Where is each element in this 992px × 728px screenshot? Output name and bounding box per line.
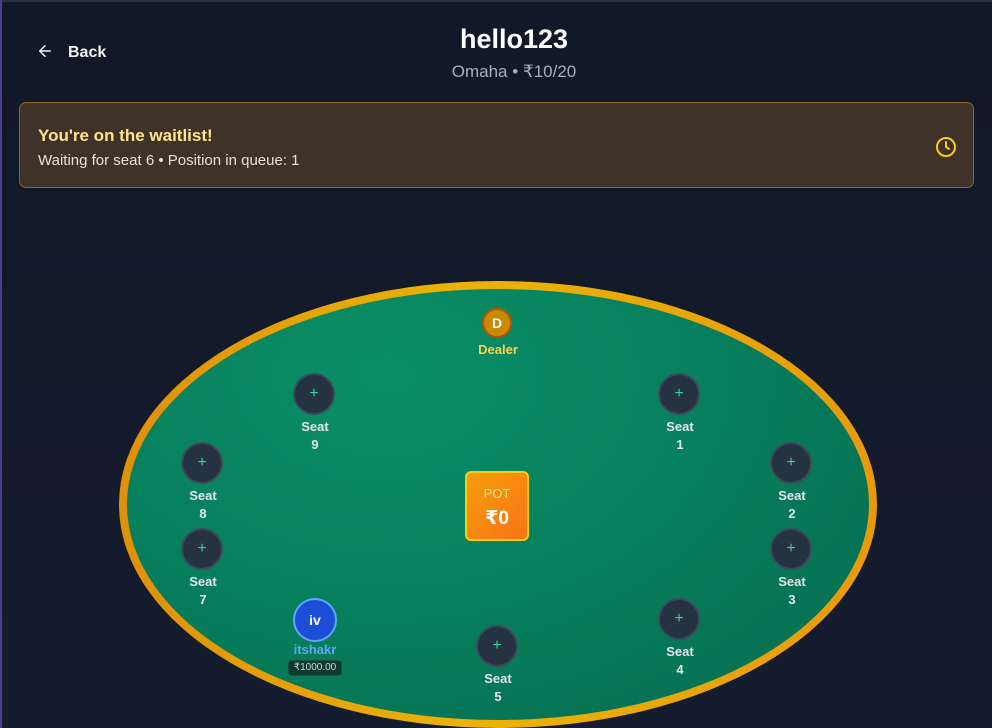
seat-9-join-button[interactable]: + <box>293 373 335 415</box>
seat-5-join-button[interactable]: + <box>476 625 518 667</box>
waitlist-status: Waiting for seat 6 • Position in queue: … <box>38 152 300 169</box>
seat-1-label: Seat 1 <box>650 418 710 454</box>
pot-label: POT <box>483 486 511 501</box>
plus-icon: + <box>309 385 319 402</box>
seat-word: Seat <box>189 488 217 503</box>
seat-word: Seat <box>778 574 806 589</box>
seat-2-label: Seat 2 <box>762 487 822 523</box>
player-avatar[interactable]: iv <box>293 598 337 642</box>
seat-7-label: Seat 7 <box>173 573 233 609</box>
seat-4-join-button[interactable]: + <box>658 598 700 640</box>
game-info: Omaha • ₹10/20 <box>451 62 577 81</box>
seat-number: 9 <box>311 437 319 452</box>
clock-icon <box>934 135 958 159</box>
waitlist-title: You're on the waitlist! <box>38 126 213 145</box>
seat-word: Seat <box>189 574 217 589</box>
plus-icon: + <box>786 540 796 557</box>
seat-number: 4 <box>676 662 684 677</box>
seat-word: Seat <box>666 419 694 434</box>
seat-number: 5 <box>494 689 502 704</box>
table-name: hello123 <box>459 24 569 54</box>
seat-9-label: Seat 9 <box>285 418 345 454</box>
pot-box: POT ₹0 <box>465 471 529 541</box>
plus-icon: + <box>674 610 684 627</box>
seat-number: 7 <box>199 592 207 607</box>
seat-5-label: Seat 5 <box>468 670 528 706</box>
player-name: itshakr <box>293 642 337 657</box>
plus-icon: + <box>197 454 207 471</box>
top-border <box>0 0 992 2</box>
seat-word: Seat <box>301 419 329 434</box>
plus-icon: + <box>674 385 684 402</box>
seat-word: Seat <box>666 644 694 659</box>
seat-word: Seat <box>484 671 512 686</box>
plus-icon: + <box>197 540 207 557</box>
pot-amount: ₹0 <box>485 508 509 529</box>
seat-3-join-button[interactable]: + <box>770 528 812 570</box>
seat-number: 8 <box>199 506 207 521</box>
window-edge <box>0 0 2 728</box>
seat-3-label: Seat 3 <box>762 573 822 609</box>
waitlist-banner: You're on the waitlist! Waiting for seat… <box>19 102 974 188</box>
seat-8-label: Seat 8 <box>173 487 233 523</box>
plus-icon: + <box>492 637 502 654</box>
seat-number: 1 <box>676 437 684 452</box>
seat-7-join-button[interactable]: + <box>181 528 223 570</box>
plus-icon: + <box>786 454 796 471</box>
seat-word: Seat <box>778 488 806 503</box>
seat-number: 2 <box>788 506 796 521</box>
seat-8-join-button[interactable]: + <box>181 442 223 484</box>
dealer-button: D <box>482 308 512 338</box>
seat-1-join-button[interactable]: + <box>658 373 700 415</box>
seat-4-label: Seat 4 <box>650 643 710 679</box>
seat-number: 3 <box>788 592 796 607</box>
player-stack-badge: ₹1000.00 <box>288 660 342 676</box>
seat-2-join-button[interactable]: + <box>770 442 812 484</box>
dealer-label: Dealer <box>478 342 518 357</box>
